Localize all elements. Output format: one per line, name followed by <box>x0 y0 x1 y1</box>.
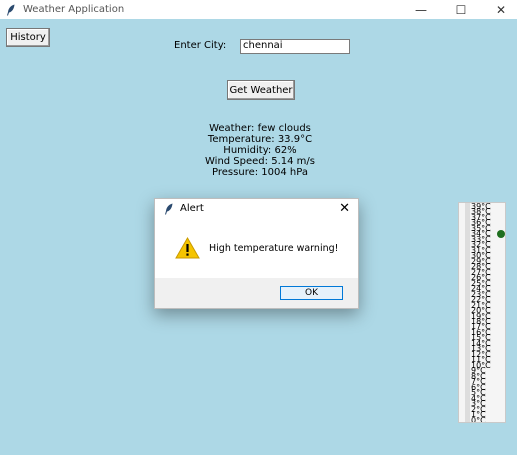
weather-info: Weather: few clouds Temperature: 33.9°C … <box>160 123 360 178</box>
feather-icon <box>165 203 173 215</box>
dialog-close-button[interactable]: ✕ <box>339 201 350 216</box>
history-button[interactable]: History <box>6 28 50 47</box>
city-label: Enter City: <box>174 40 227 51</box>
minimize-button[interactable]: — <box>401 0 441 19</box>
scale-trough[interactable] <box>465 203 470 422</box>
maximize-button[interactable]: ☐ <box>441 0 481 19</box>
warning-icon <box>175 237 200 259</box>
dialog-title: Alert <box>180 203 204 214</box>
feather-icon <box>7 4 15 15</box>
weather-wind: Wind Speed: 5.14 m/s <box>205 156 315 167</box>
ok-button[interactable]: OK <box>280 286 343 300</box>
weather-temperature: Temperature: 33.9°C <box>207 134 313 145</box>
close-button[interactable]: ✕ <box>481 0 517 19</box>
weather-pressure: Pressure: 1004 hPa <box>212 167 308 178</box>
dialog-body: High temperature warning! <box>155 219 358 278</box>
dialog-titlebar: Alert ✕ <box>155 199 358 219</box>
get-weather-button[interactable]: Get Weather <box>227 80 295 100</box>
weather-condition: Weather: few clouds <box>209 123 311 134</box>
alert-dialog: Alert ✕ High temperature warning! OK <box>154 198 359 309</box>
window-title: Weather Application <box>23 4 125 15</box>
weather-humidity: Humidity: 62% <box>223 145 297 156</box>
scale-tick-label: 0°C <box>471 415 486 423</box>
dialog-message: High temperature warning! <box>209 243 339 254</box>
city-input[interactable]: chennai <box>240 39 350 54</box>
scale-slider-handle[interactable] <box>497 230 505 238</box>
